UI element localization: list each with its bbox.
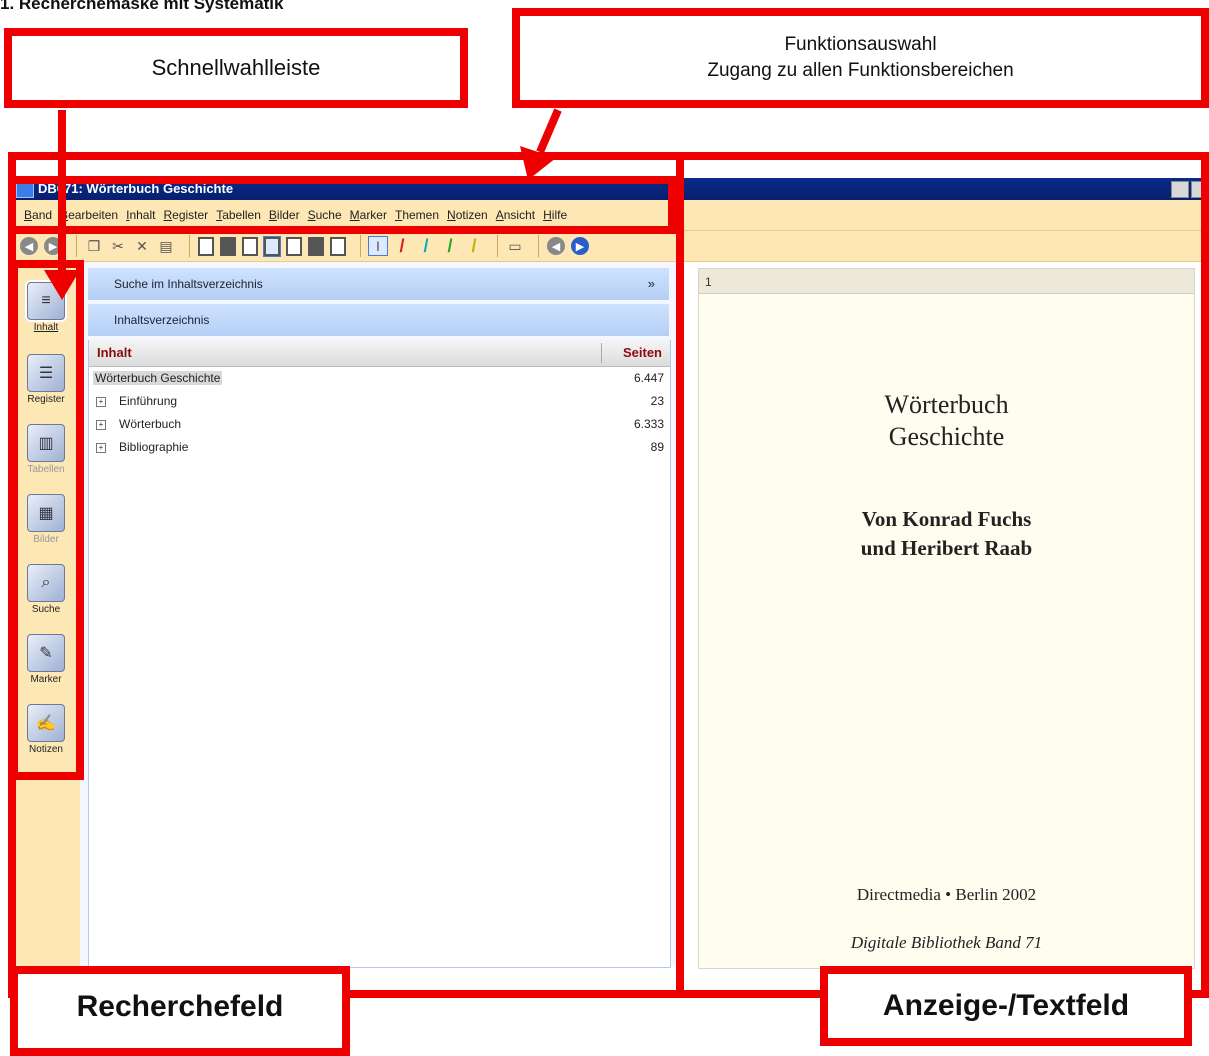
callout-schnellwahl-text: Schnellwahlleiste <box>151 55 321 80</box>
arrow-funktion-line <box>536 108 562 154</box>
callout-funktionsauswahl: Funktionsauswahl Zugang zu allen Funktio… <box>512 8 1209 108</box>
callout-anzeigefeld: Anzeige-/Textfeld <box>820 966 1192 1046</box>
callout-anzeigefeld-text: Anzeige-/Textfeld <box>882 989 1130 1022</box>
callout-recherchefeld: Recherchefeld <box>10 966 350 1056</box>
callout-arrows <box>44 108 562 300</box>
callout-funktion-line2: Zugang zu allen Funktionsbereichen <box>707 60 1014 81</box>
callout-recherchefeld-text: Recherchefeld <box>76 990 284 1023</box>
callout-schnellwahlleiste: Schnellwahlleiste <box>4 28 468 108</box>
callout-funktion-line1: Funktionsauswahl <box>784 34 937 55</box>
arrow-schnellwahl-head <box>44 270 80 300</box>
